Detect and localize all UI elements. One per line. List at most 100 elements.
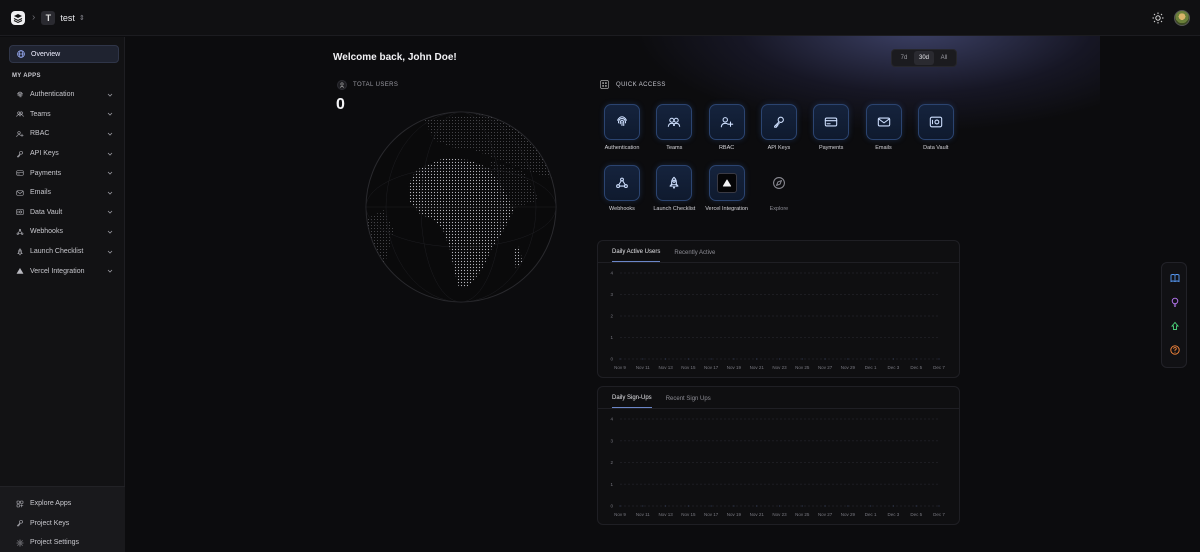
rocket-icon <box>16 247 24 256</box>
sidebar-item-webhooks[interactable]: Webhooks <box>9 222 119 242</box>
quick-access-label: Teams <box>666 145 683 151</box>
x-tick-label: Dec 7 <box>933 512 945 517</box>
sidebar-item-launch-checklist[interactable]: Launch Checklist <box>9 242 119 262</box>
key-icon <box>16 150 24 158</box>
sidebar-item-label: Payments <box>30 169 62 177</box>
grid-icon <box>600 80 609 89</box>
range-button-7d[interactable]: 7d <box>894 51 914 65</box>
data-point <box>619 358 621 360</box>
sidebar-item-project-keys[interactable]: Project Keys <box>0 514 125 534</box>
quick-access-webhooks[interactable]: Webhooks <box>596 165 648 212</box>
x-tick-label: Nov 25 <box>795 365 810 370</box>
users-icon <box>16 110 24 118</box>
project-avatar[interactable]: T <box>41 10 56 25</box>
quick-access-api-keys[interactable]: API Keys <box>753 104 805 151</box>
x-tick-label: Nov 27 <box>818 512 833 517</box>
quick-access-explore[interactable]: Explore <box>753 165 805 212</box>
y-tick-label: 0 <box>610 357 613 362</box>
tab-recent-sign-ups[interactable]: Recent Sign Ups <box>666 396 711 408</box>
sidebar-item-label: Webhooks <box>30 228 63 236</box>
chevron-down-icon[interactable] <box>107 170 113 176</box>
sidebar-item-label: Authentication <box>30 91 75 99</box>
tab-daily-active-users[interactable]: Daily Active Users <box>612 249 661 262</box>
chevron-down-icon[interactable] <box>107 92 113 98</box>
sidebar-item-vercel-integration[interactable]: Vercel Integration <box>9 261 119 281</box>
sidebar-item-rbac[interactable]: RBAC <box>9 124 119 144</box>
chevron-down-icon[interactable] <box>107 229 113 235</box>
sun-icon[interactable] <box>1152 12 1164 24</box>
help-circle-icon[interactable] <box>1170 345 1180 355</box>
time-range-selector: 7d 30d All <box>891 49 957 67</box>
y-tick-label: 3 <box>610 438 613 443</box>
x-tick-label: Dec 5 <box>910 512 922 517</box>
chevron-down-icon[interactable] <box>107 249 113 255</box>
chevron-down-icon[interactable] <box>107 209 113 215</box>
sidebar-item-label: Data Vault <box>30 208 63 216</box>
triangle-icon <box>708 165 745 201</box>
project-name[interactable]: test <box>60 13 75 23</box>
compass-icon <box>761 165 797 201</box>
sidebar-item-teams[interactable]: Teams <box>9 105 119 125</box>
explore-icon <box>16 500 24 508</box>
tab-daily-sign-ups[interactable]: Daily Sign-Ups <box>612 395 652 408</box>
total-users-value: 0 <box>336 96 345 113</box>
chevron-down-icon[interactable] <box>107 268 113 274</box>
quick-access-data-vault[interactable]: Data Vault <box>910 104 962 151</box>
sidebar-item-label: Launch Checklist <box>30 248 84 256</box>
sidebar-item-label: Vercel Integration <box>30 267 85 275</box>
x-tick-label: Dec 5 <box>910 365 922 370</box>
daily-active-users-chart: 4 3 2 1 0 Nov 9 Nov 11 Nov 13 Nov 15 Nov 17 Nov 19… <box>598 263 961 377</box>
data-point <box>642 358 644 360</box>
chevron-down-icon[interactable] <box>107 151 113 157</box>
quick-access-label: Authentication <box>604 145 640 151</box>
data-point <box>824 358 826 360</box>
daily-signups-chart: 4 3 2 1 0 Nov 9 Nov 11 Nov 13 Nov 15 Nov 17 Nov 19… <box>598 409 961 524</box>
sidebar-item-authentication[interactable]: Authentication <box>9 85 119 105</box>
chevron-updown-icon[interactable]: ⇕ <box>79 14 85 22</box>
feedback-icon[interactable] <box>1170 321 1180 331</box>
chevron-down-icon[interactable] <box>107 190 113 196</box>
tab-recently-active[interactable]: Recently Active <box>674 250 715 262</box>
quick-access-launch-checklist[interactable]: Launch Checklist <box>648 165 700 212</box>
quick-access-emails[interactable]: Emails <box>858 104 910 151</box>
y-tick-label: 2 <box>610 460 613 465</box>
quick-access-payments[interactable]: Payments <box>805 104 857 151</box>
sidebar-item-data-vault[interactable]: Data Vault <box>9 203 119 223</box>
data-point <box>892 505 895 507</box>
sidebar-item-project-settings[interactable]: Project Settings <box>0 533 125 552</box>
data-point <box>870 358 872 360</box>
data-point <box>870 505 872 507</box>
lightbulb-icon[interactable] <box>1170 297 1180 307</box>
x-tick-label: Nov 13 <box>658 512 673 517</box>
sidebar: Overview MY APPS Authentication Teams RBAC… <box>0 37 125 552</box>
chevron-down-icon[interactable] <box>107 111 113 117</box>
sidebar-item-explore-apps[interactable]: Explore Apps <box>0 494 125 514</box>
sidebar-item-overview[interactable]: Overview <box>9 45 119 63</box>
x-tick-label: Nov 17 <box>704 512 719 517</box>
quick-access-authentication[interactable]: Authentication <box>596 104 648 151</box>
range-button-all[interactable]: All <box>934 51 954 65</box>
quick-access-vercel-integration[interactable]: Vercel Integration <box>701 165 753 212</box>
docs-book-icon[interactable] <box>1170 273 1180 283</box>
x-tick-label: Nov 25 <box>795 512 810 517</box>
x-tick-label: Nov 29 <box>841 365 856 370</box>
sidebar-item-emails[interactable]: Emails <box>9 183 119 203</box>
welcome-heading: Welcome back, John Doe! <box>333 52 457 63</box>
quick-access-label: QUICK ACCESS <box>616 81 666 88</box>
chevron-down-icon[interactable] <box>107 131 113 137</box>
user-avatar[interactable] <box>1174 9 1190 26</box>
users-icon <box>337 80 347 90</box>
users-globe[interactable] <box>364 110 558 304</box>
data-point <box>733 505 735 507</box>
sidebar-item-api-keys[interactable]: API Keys <box>9 144 119 164</box>
range-button-30d[interactable]: 30d <box>914 51 934 65</box>
quick-access-teams[interactable]: Teams <box>648 104 700 151</box>
quick-access-rbac[interactable]: RBAC <box>701 104 753 151</box>
stack-logo-icon[interactable] <box>10 10 26 26</box>
sidebar-item-label: Teams <box>30 110 51 118</box>
sidebar-item-payments[interactable]: Payments <box>9 163 119 183</box>
y-tick-label: 4 <box>610 271 613 276</box>
globe-icon <box>17 50 25 58</box>
daily-active-users-card: Daily Active Users Recently Active 43210N… <box>597 240 960 378</box>
data-point <box>756 358 758 360</box>
